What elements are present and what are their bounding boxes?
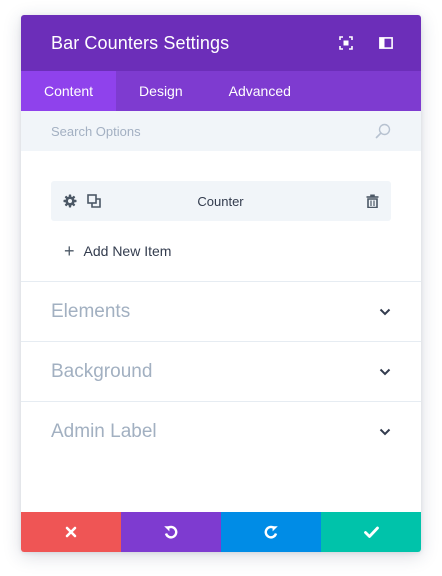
settings-modal: Bar Counters Settings Content Design Adv…: [21, 15, 421, 552]
add-new-item-label: Add New Item: [83, 243, 172, 259]
check-icon: [363, 526, 379, 538]
chevron-down-icon: [379, 428, 391, 436]
group-label: Background: [51, 360, 153, 382]
undo-button[interactable]: [121, 512, 221, 552]
tab-content[interactable]: Content: [21, 71, 117, 111]
save-button[interactable]: [321, 512, 421, 552]
trash-icon[interactable]: [366, 194, 379, 208]
tab-design[interactable]: Design: [116, 71, 206, 111]
undo-icon: [163, 524, 179, 540]
group-label: Elements: [51, 300, 131, 322]
sidebar-toggle-icon[interactable]: [366, 23, 406, 63]
add-new-item-button[interactable]: + Add New Item: [51, 221, 391, 281]
toggle-elements[interactable]: Elements: [21, 281, 421, 341]
list-item[interactable]: Counter: [51, 181, 391, 221]
tab-advanced[interactable]: Advanced: [206, 71, 314, 111]
expand-icon[interactable]: [326, 23, 366, 63]
item-actions: [63, 194, 113, 208]
redo-button[interactable]: [221, 512, 321, 552]
chevron-down-icon: [379, 308, 391, 316]
duplicate-icon[interactable]: [87, 194, 101, 208]
tab-bar: Content Design Advanced: [21, 71, 421, 111]
chevron-down-icon: [379, 368, 391, 376]
group-label: Admin Label: [51, 420, 157, 442]
close-icon: [65, 526, 77, 538]
search-icon[interactable]: [375, 123, 391, 139]
content-panel: Counter + Add New Item: [21, 151, 421, 281]
search-bar: [21, 111, 421, 151]
search-input[interactable]: [51, 123, 311, 139]
toggle-admin-label[interactable]: Admin Label: [21, 401, 421, 461]
discard-button[interactable]: [21, 512, 121, 552]
toggle-background[interactable]: Background: [21, 341, 421, 401]
modal-header: Bar Counters Settings: [21, 15, 421, 71]
redo-icon: [263, 524, 279, 540]
modal-title: Bar Counters Settings: [51, 32, 230, 53]
gear-icon[interactable]: [63, 194, 77, 208]
plus-icon: +: [64, 241, 75, 261]
modal-footer: [21, 512, 421, 552]
item-label: Counter: [197, 193, 244, 209]
